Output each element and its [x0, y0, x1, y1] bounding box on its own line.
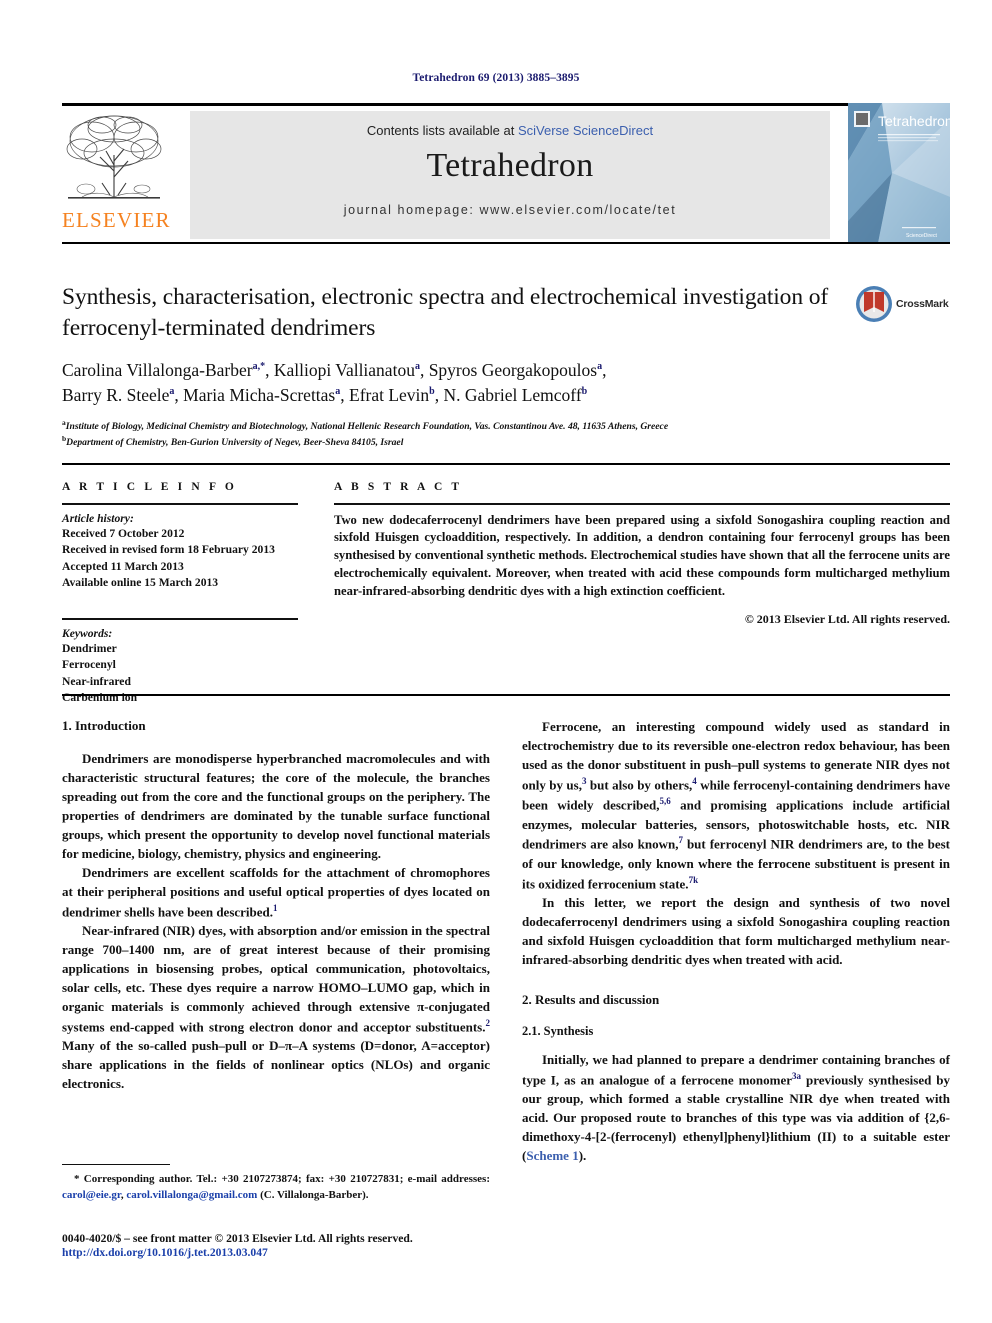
doi-link[interactable]: http://dx.doi.org/10.1016/j.tet.2013.03.… — [62, 1246, 562, 1259]
scheme-link[interactable]: Scheme 1 — [526, 1148, 578, 1163]
reference-marker[interactable]: 7k — [689, 875, 699, 885]
reference-marker[interactable]: 3 — [582, 776, 587, 786]
crossmark-label: CrossMark — [896, 298, 949, 310]
abstract-heading: A B S T R A C T — [334, 481, 463, 493]
info-abstract-panel: A R T I C L E I N F O Article history: R… — [62, 463, 950, 704]
issn-copyright-line: 0040-4020/$ – see front matter © 2013 El… — [62, 1232, 413, 1245]
panel-top-rule — [62, 463, 950, 465]
svg-text:Tetrahedron: Tetrahedron — [878, 113, 950, 129]
footnote-suffix: (C. Villalonga-Barber). — [257, 1189, 369, 1201]
panel-bottom-rule — [62, 694, 950, 696]
section-heading-introduction: 1. Introduction — [62, 718, 146, 733]
author-name: Maria Micha-Screttas — [183, 385, 336, 406]
crossmark-icon — [856, 286, 892, 322]
article-info-heading: A R T I C L E I N F O — [62, 481, 237, 493]
masthead-bottom-rule — [62, 242, 950, 244]
history-item: Received in revised form 18 February 201… — [62, 543, 275, 557]
keyword-item: Carbenium ion — [62, 691, 138, 705]
affiliation-text: Department of Chemistry, Ben-Gurion Univ… — [66, 437, 404, 449]
corresponding-author-footnote: * Corresponding author. Tel.: +30 210727… — [62, 1164, 490, 1204]
page-footer: 0040-4020/$ – see front matter © 2013 El… — [62, 1232, 562, 1259]
running-head: Tetrahedron 69 (2013) 3885–3895 — [412, 72, 580, 84]
author-line-1: Carolina Villalonga-Barbera,*, Kalliopi … — [62, 360, 607, 381]
reference-marker[interactable]: 5,6 — [660, 796, 671, 806]
abstract-text: Two new dodecaferrocenyl dendrimers have… — [334, 512, 950, 599]
contents-available-line: Contents lists available at SciVerse Sci… — [190, 111, 830, 138]
author-affil-marker: b — [581, 386, 588, 398]
article-info-divider — [62, 503, 298, 505]
keywords-divider — [62, 618, 298, 620]
svg-text:ScienceDirect: ScienceDirect — [906, 233, 937, 239]
affiliation-text: Institute of Biology, Medicinal Chemistr… — [65, 420, 669, 432]
page-title: Synthesis, characterisation, electronic … — [62, 284, 829, 342]
footnote-text: * Corresponding author. Tel.: +30 210727… — [62, 1172, 490, 1203]
paragraph: Ferrocene, an interesting compound widel… — [522, 719, 950, 892]
reference-marker[interactable]: 1 — [273, 903, 278, 913]
paragraph: Near-infrared (NIR) dyes, with absorptio… — [62, 923, 491, 1092]
author-affil-marker: a — [169, 386, 175, 398]
paragraph: Initially, we had planned to prepare a d… — [522, 1051, 950, 1164]
history-item: Received 7 October 2012 — [62, 526, 185, 540]
journal-cover-art: Tetrahedron ScienceDirect — [848, 103, 950, 243]
author-affil-marker: a — [335, 386, 341, 398]
history-item: Accepted 11 March 2013 — [62, 559, 184, 573]
article-info-column: A R T I C L E I N F O Article history: R… — [62, 481, 298, 707]
footnote-prefix: * Corresponding author. Tel.: +30 210727… — [74, 1173, 490, 1186]
author-affil-marker: a,* — [252, 361, 266, 373]
author-name: Efrat Levin — [349, 385, 430, 406]
journal-masthead: ELSEVIER Contents lists available at Sci… — [62, 103, 950, 244]
author-name: N. Gabriel Lemcoff — [443, 385, 582, 406]
affiliation-list: aInstitute of Biology, Medicinal Chemist… — [62, 418, 950, 450]
footnote-rule — [62, 1164, 170, 1166]
email-link-secondary[interactable]: carol.villalonga@gmail.com — [126, 1189, 257, 1201]
keyword-item: Dendrimer — [62, 642, 117, 655]
title-block: CrossMark Synthesis, characterisation, e… — [62, 282, 950, 450]
body-column-right: Ferrocene, an interesting compound widel… — [522, 718, 950, 1166]
crossmark-badge[interactable]: CrossMark — [854, 284, 950, 328]
sciencedirect-link[interactable]: SciVerse ScienceDirect — [518, 123, 653, 138]
paragraph: In this letter, we report the design and… — [522, 895, 950, 967]
journal-homepage-link[interactable]: journal homepage: www.elsevier.com/locat… — [190, 203, 830, 217]
keyword-item: Ferrocenyl — [62, 658, 116, 672]
subsection-heading-synthesis: 2.1. Synthesis — [522, 1023, 594, 1038]
author-name: Spyros Georgakopoulos — [428, 360, 598, 381]
reference-marker[interactable]: 3a — [792, 1071, 801, 1081]
author-line-2: Barry R. Steelea, Maria Micha-Screttasa,… — [62, 385, 588, 406]
author-affil-marker: a — [414, 361, 420, 373]
journal-cover-thumbnail: Tetrahedron ScienceDirect — [848, 103, 950, 243]
elsevier-tree-icon — [66, 115, 162, 199]
keywords-label: Keywords: — [62, 627, 113, 640]
abstract-divider — [334, 503, 950, 505]
author-list: Carolina Villalonga-Barbera,*, Kalliopi … — [62, 358, 950, 409]
masthead-top-rule — [62, 103, 950, 106]
author-affil-marker: a — [597, 361, 603, 373]
keyword-item: Near-infrared — [62, 674, 131, 688]
section-heading-results: 2. Results and discussion — [522, 991, 660, 1007]
elsevier-wordmark: ELSEVIER — [62, 208, 171, 232]
reference-marker[interactable]: 7 — [678, 835, 683, 845]
author-affil-marker: b — [429, 386, 435, 398]
journal-title: Tetrahedron — [426, 147, 594, 184]
author-name: Barry R. Steele — [62, 385, 170, 406]
author-name: Kalliopi Vallianatou — [273, 360, 415, 381]
masthead-center-panel: Contents lists available at SciVerse Sci… — [190, 111, 830, 239]
contents-prefix: Contents lists available at — [366, 123, 518, 138]
paragraph: Dendrimers are excellent scaffolds for t… — [62, 864, 490, 920]
email-link-primary[interactable]: carol@eie.gr — [62, 1189, 121, 1201]
article-history-label: Article history: — [62, 511, 134, 525]
reference-marker[interactable]: 4 — [692, 776, 697, 786]
author-name: Carolina Villalonga-Barber — [62, 360, 253, 381]
abstract-column: A B S T R A C T Two new dodecaferrocenyl… — [334, 481, 950, 627]
paragraph: Dendrimers are monodisperse hyperbranche… — [62, 751, 490, 861]
body-column-left: 1. Introduction Dendrimers are monodispe… — [62, 718, 490, 1094]
abstract-copyright: © 2013 Elsevier Ltd. All rights reserved… — [744, 611, 950, 626]
history-item: Available online 15 March 2013 — [62, 575, 219, 589]
reference-marker[interactable]: 2 — [486, 1018, 491, 1028]
elsevier-logo: ELSEVIER — [62, 111, 174, 239]
article-page: Tetrahedron 69 (2013) 3885–3895 ELSEVIER… — [0, 0, 992, 1323]
affiliation-item: bDepartment of Chemistry, Ben-Gurion Uni… — [62, 434, 950, 450]
affiliation-item: aInstitute of Biology, Medicinal Chemist… — [62, 418, 950, 434]
